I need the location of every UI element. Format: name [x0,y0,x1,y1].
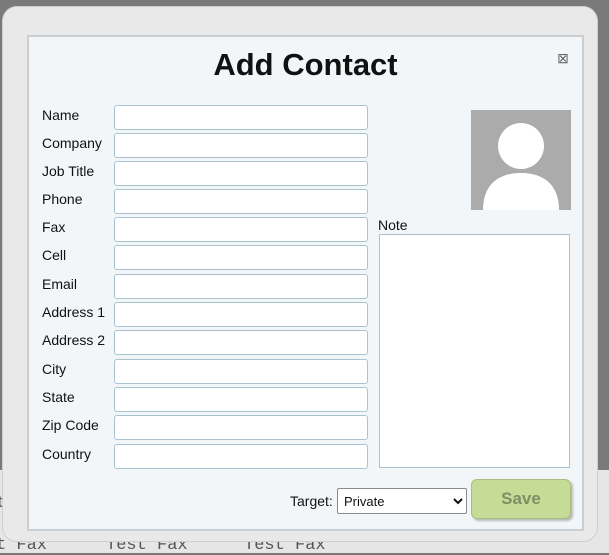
save-button[interactable]: Save [471,479,571,519]
cell-field[interactable] [114,245,368,270]
address2-field[interactable] [114,330,368,355]
city-field[interactable] [114,359,368,384]
state-label: State [42,389,75,405]
name-label: Name [42,107,80,123]
name-field[interactable] [114,105,368,130]
company-field[interactable] [114,133,368,158]
close-icon[interactable]: ⊠ [556,51,570,65]
email-field[interactable] [114,274,368,299]
target-select[interactable]: Private [337,488,467,514]
modal-overlay-frame: Add Contact ⊠ Name Company Job Title Pho… [3,7,597,541]
target-label: Target: [290,493,333,509]
country-label: Country [42,446,92,462]
email-label: Email [42,276,78,292]
address2-label: Address 2 [42,332,106,348]
note-label: Note [378,217,408,233]
state-field[interactable] [114,387,368,412]
address1-field[interactable] [114,302,368,327]
city-label: City [42,361,67,377]
fax-label: Fax [42,219,66,235]
phone-field[interactable] [114,189,368,214]
country-field[interactable] [114,444,368,469]
note-textarea[interactable] [379,234,570,468]
dialog-title: Add Contact [213,47,398,82]
avatar-placeholder-icon[interactable] [471,110,571,210]
company-label: Company [42,135,102,151]
job-title-label: Job Title [42,163,95,179]
zip-code-label: Zip Code [42,417,99,433]
phone-label: Phone [42,191,83,207]
zip-code-field[interactable] [114,415,368,440]
add-contact-dialog: Add Contact ⊠ Name Company Job Title Pho… [27,35,584,531]
fax-field[interactable] [114,217,368,242]
address1-label: Address 1 [42,304,106,320]
cell-label: Cell [42,247,67,263]
job-title-field[interactable] [114,161,368,186]
